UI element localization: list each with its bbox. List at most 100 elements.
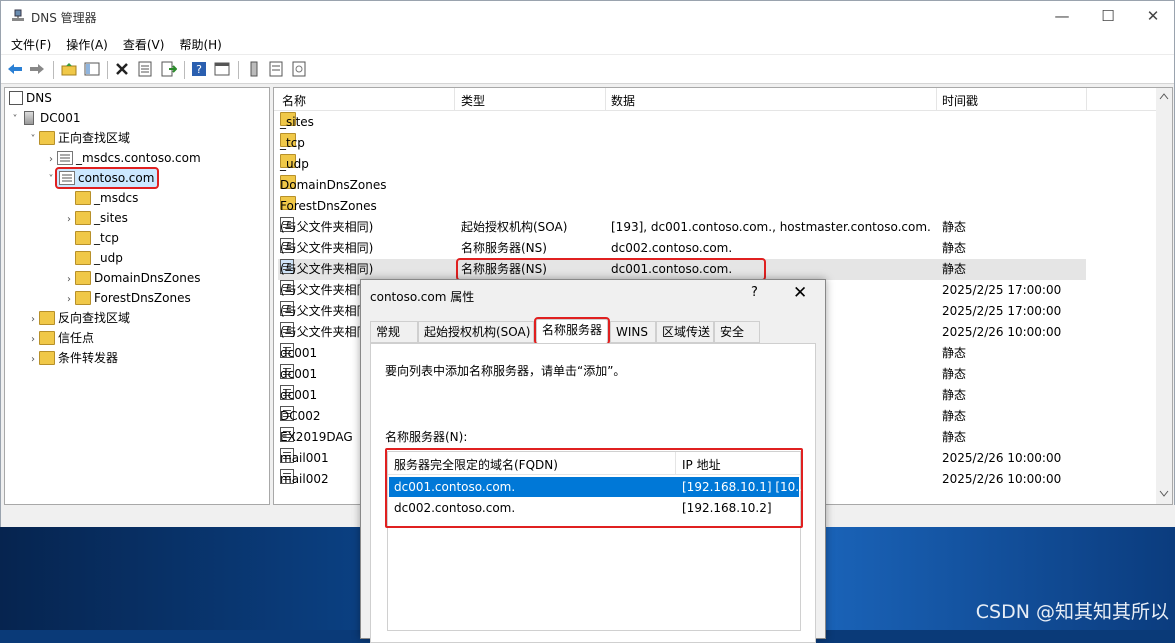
tree-item-conditional-forwarders[interactable]: › 条件转发器 bbox=[27, 348, 118, 368]
maximize-button[interactable]: ☐ bbox=[1085, 1, 1131, 32]
record-data: dc002.contoso.com. bbox=[611, 241, 733, 255]
table-row-selected[interactable]: (与父文件夹相同) 名称服务器(NS) dc001.contoso.com. 静态 bbox=[278, 258, 1086, 281]
menu-help[interactable]: 帮助(H) bbox=[169, 32, 226, 53]
tree-item-trust-points[interactable]: › 信任点 bbox=[27, 328, 94, 348]
show-hide-tree-icon[interactable] bbox=[84, 61, 100, 77]
list-item[interactable]: _tcp bbox=[278, 133, 1086, 154]
dialog-close-button[interactable]: ✕ bbox=[793, 283, 807, 303]
item-name: _sites bbox=[280, 115, 314, 129]
chevron-right-icon[interactable]: › bbox=[63, 290, 75, 310]
tree-item-reverse-zones[interactable]: › 反向查找区域 bbox=[27, 308, 130, 328]
chevron-right-icon[interactable]: › bbox=[63, 210, 75, 230]
dns-app-icon bbox=[12, 9, 24, 21]
list-item[interactable]: DomainDnsZones bbox=[278, 175, 1086, 196]
tree-label: _tcp bbox=[94, 231, 119, 245]
chevron-right-icon[interactable]: › bbox=[27, 330, 39, 350]
export-list-icon[interactable] bbox=[161, 61, 177, 77]
tree-item-contoso-zone[interactable]: ˅ contoso.com bbox=[45, 167, 160, 190]
chevron-right-icon[interactable]: › bbox=[27, 350, 39, 370]
record-name: dc001 bbox=[280, 346, 318, 360]
record-timestamp: 静态 bbox=[942, 388, 967, 402]
list-item[interactable]: ForestDnsZones bbox=[278, 196, 1086, 217]
record-timestamp: 2025/2/25 17:00:00 bbox=[942, 304, 1062, 318]
list-icon[interactable] bbox=[268, 61, 284, 77]
tab-security[interactable]: 安全 bbox=[714, 321, 760, 343]
table-row[interactable]: (与父文件夹相同) 名称服务器(NS) dc002.contoso.com. 静态 bbox=[278, 238, 1086, 259]
tab-wins[interactable]: WINS bbox=[610, 321, 656, 343]
chevron-down-icon[interactable]: ˅ bbox=[45, 170, 57, 190]
chevron-right-icon[interactable]: › bbox=[45, 150, 57, 170]
column-header-timestamp[interactable]: 时间戳 bbox=[942, 92, 978, 109]
menu-action[interactable]: 操作(A) bbox=[56, 32, 113, 53]
tab-name-servers[interactable]: 名称服务器 bbox=[534, 317, 610, 345]
tree-label: DNS bbox=[26, 91, 52, 105]
delete-icon[interactable] bbox=[114, 61, 130, 77]
refresh-icon[interactable] bbox=[291, 61, 307, 77]
item-name: _udp bbox=[280, 157, 309, 171]
tab-general[interactable]: 常规 bbox=[370, 321, 418, 343]
toolbar-separator bbox=[107, 61, 108, 79]
chevron-down-icon[interactable]: ˅ bbox=[27, 130, 39, 150]
up-folder-icon[interactable] bbox=[61, 61, 77, 77]
vertical-scrollbar[interactable] bbox=[1156, 88, 1172, 504]
tree-label: 信任点 bbox=[58, 331, 95, 345]
record-timestamp: 静态 bbox=[942, 241, 967, 255]
record-name: dc001 bbox=[280, 388, 318, 402]
tree-label: _msdcs bbox=[94, 191, 139, 205]
tab-zone-transfers[interactable]: 区域传送 bbox=[656, 321, 714, 343]
tree-label: 反向查找区域 bbox=[58, 311, 131, 325]
name-servers-list[interactable]: 服务器完全限定的域名(FQDN) IP 地址 dc001.contoso.com… bbox=[385, 448, 807, 631]
chevron-down-icon[interactable]: ˅ bbox=[9, 110, 21, 130]
close-button[interactable]: ✕ bbox=[1130, 1, 1175, 32]
server-icon bbox=[24, 111, 34, 125]
list-item[interactable]: _udp bbox=[278, 154, 1086, 175]
chevron-right-icon[interactable]: › bbox=[63, 270, 75, 290]
menu-view[interactable]: 查看(V) bbox=[113, 32, 170, 53]
record-type: 名称服务器(NS) bbox=[461, 241, 547, 255]
tree-item-msdcs[interactable]: _msdcs bbox=[63, 188, 138, 208]
record-data: [193], dc001.contoso.com., hostmaster.co… bbox=[611, 220, 931, 234]
scroll-up-icon[interactable] bbox=[1159, 92, 1169, 100]
tree-label: _sites bbox=[94, 211, 128, 225]
tree-label: 条件转发器 bbox=[58, 351, 119, 365]
title-bar[interactable]: DNS 管理器 — ☐ ✕ bbox=[1, 1, 1174, 32]
tree-item-forward-zones[interactable]: ˅ 正向查找区域 bbox=[27, 128, 130, 148]
tree-item-dc001[interactable]: ˅ DC001 bbox=[9, 108, 81, 128]
record-name: (与父文件夹相同) bbox=[280, 262, 374, 276]
console-tree[interactable]: DNS ˅ DC001 ˅ 正向查找区域 › _msdcs.contoso.com ˅… bbox=[4, 87, 270, 505]
help-icon[interactable]: ? bbox=[191, 61, 207, 77]
tab-soa[interactable]: 起始授权机构(SOA) bbox=[418, 321, 534, 343]
folder-icon bbox=[39, 131, 55, 145]
column-header-type[interactable]: 类型 bbox=[461, 92, 485, 109]
window-title: DNS 管理器 bbox=[31, 11, 97, 25]
console-icon[interactable] bbox=[214, 61, 230, 77]
column-header-name[interactable]: 名称 bbox=[282, 92, 306, 109]
forward-arrow-icon[interactable] bbox=[29, 61, 45, 77]
tree-item-domaindnszones[interactable]: › DomainDnsZones bbox=[63, 268, 200, 288]
tree-item-sites[interactable]: › _sites bbox=[63, 208, 128, 228]
properties-icon[interactable] bbox=[137, 61, 153, 77]
tree-item-dns[interactable]: DNS bbox=[9, 88, 52, 108]
ns-list-highlight bbox=[385, 448, 803, 528]
dialog-help-button[interactable]: ? bbox=[751, 285, 758, 300]
item-name: ForestDnsZones bbox=[280, 199, 377, 213]
menu-file[interactable]: 文件(F) bbox=[1, 32, 56, 53]
server-icon[interactable] bbox=[246, 61, 262, 77]
scroll-down-icon[interactable] bbox=[1159, 490, 1169, 498]
tree-item-forestdnszones[interactable]: › ForestDnsZones bbox=[63, 288, 191, 308]
chevron-right-icon[interactable]: › bbox=[27, 310, 39, 330]
tree-item-msdcs-zone[interactable]: › _msdcs.contoso.com bbox=[45, 148, 201, 168]
folder-icon bbox=[39, 351, 55, 365]
tree-item-udp[interactable]: _udp bbox=[63, 248, 123, 268]
tree-label: DomainDnsZones bbox=[94, 271, 201, 285]
tree-item-tcp[interactable]: _tcp bbox=[63, 228, 119, 248]
list-item[interactable]: _sites bbox=[278, 112, 1086, 133]
column-header-data[interactable]: 数据 bbox=[611, 92, 635, 109]
record-timestamp: 2025/2/25 17:00:00 bbox=[942, 283, 1062, 297]
minimize-button[interactable]: — bbox=[1039, 1, 1085, 32]
record-name: DC002 bbox=[280, 409, 321, 423]
selected-zone-highlight[interactable]: contoso.com bbox=[54, 167, 160, 189]
record-type: 名称服务器(NS) bbox=[461, 262, 547, 276]
back-arrow-icon[interactable] bbox=[7, 61, 23, 77]
table-row[interactable]: (与父文件夹相同) 起始授权机构(SOA) [193], dc001.contoso… bbox=[278, 217, 1086, 238]
